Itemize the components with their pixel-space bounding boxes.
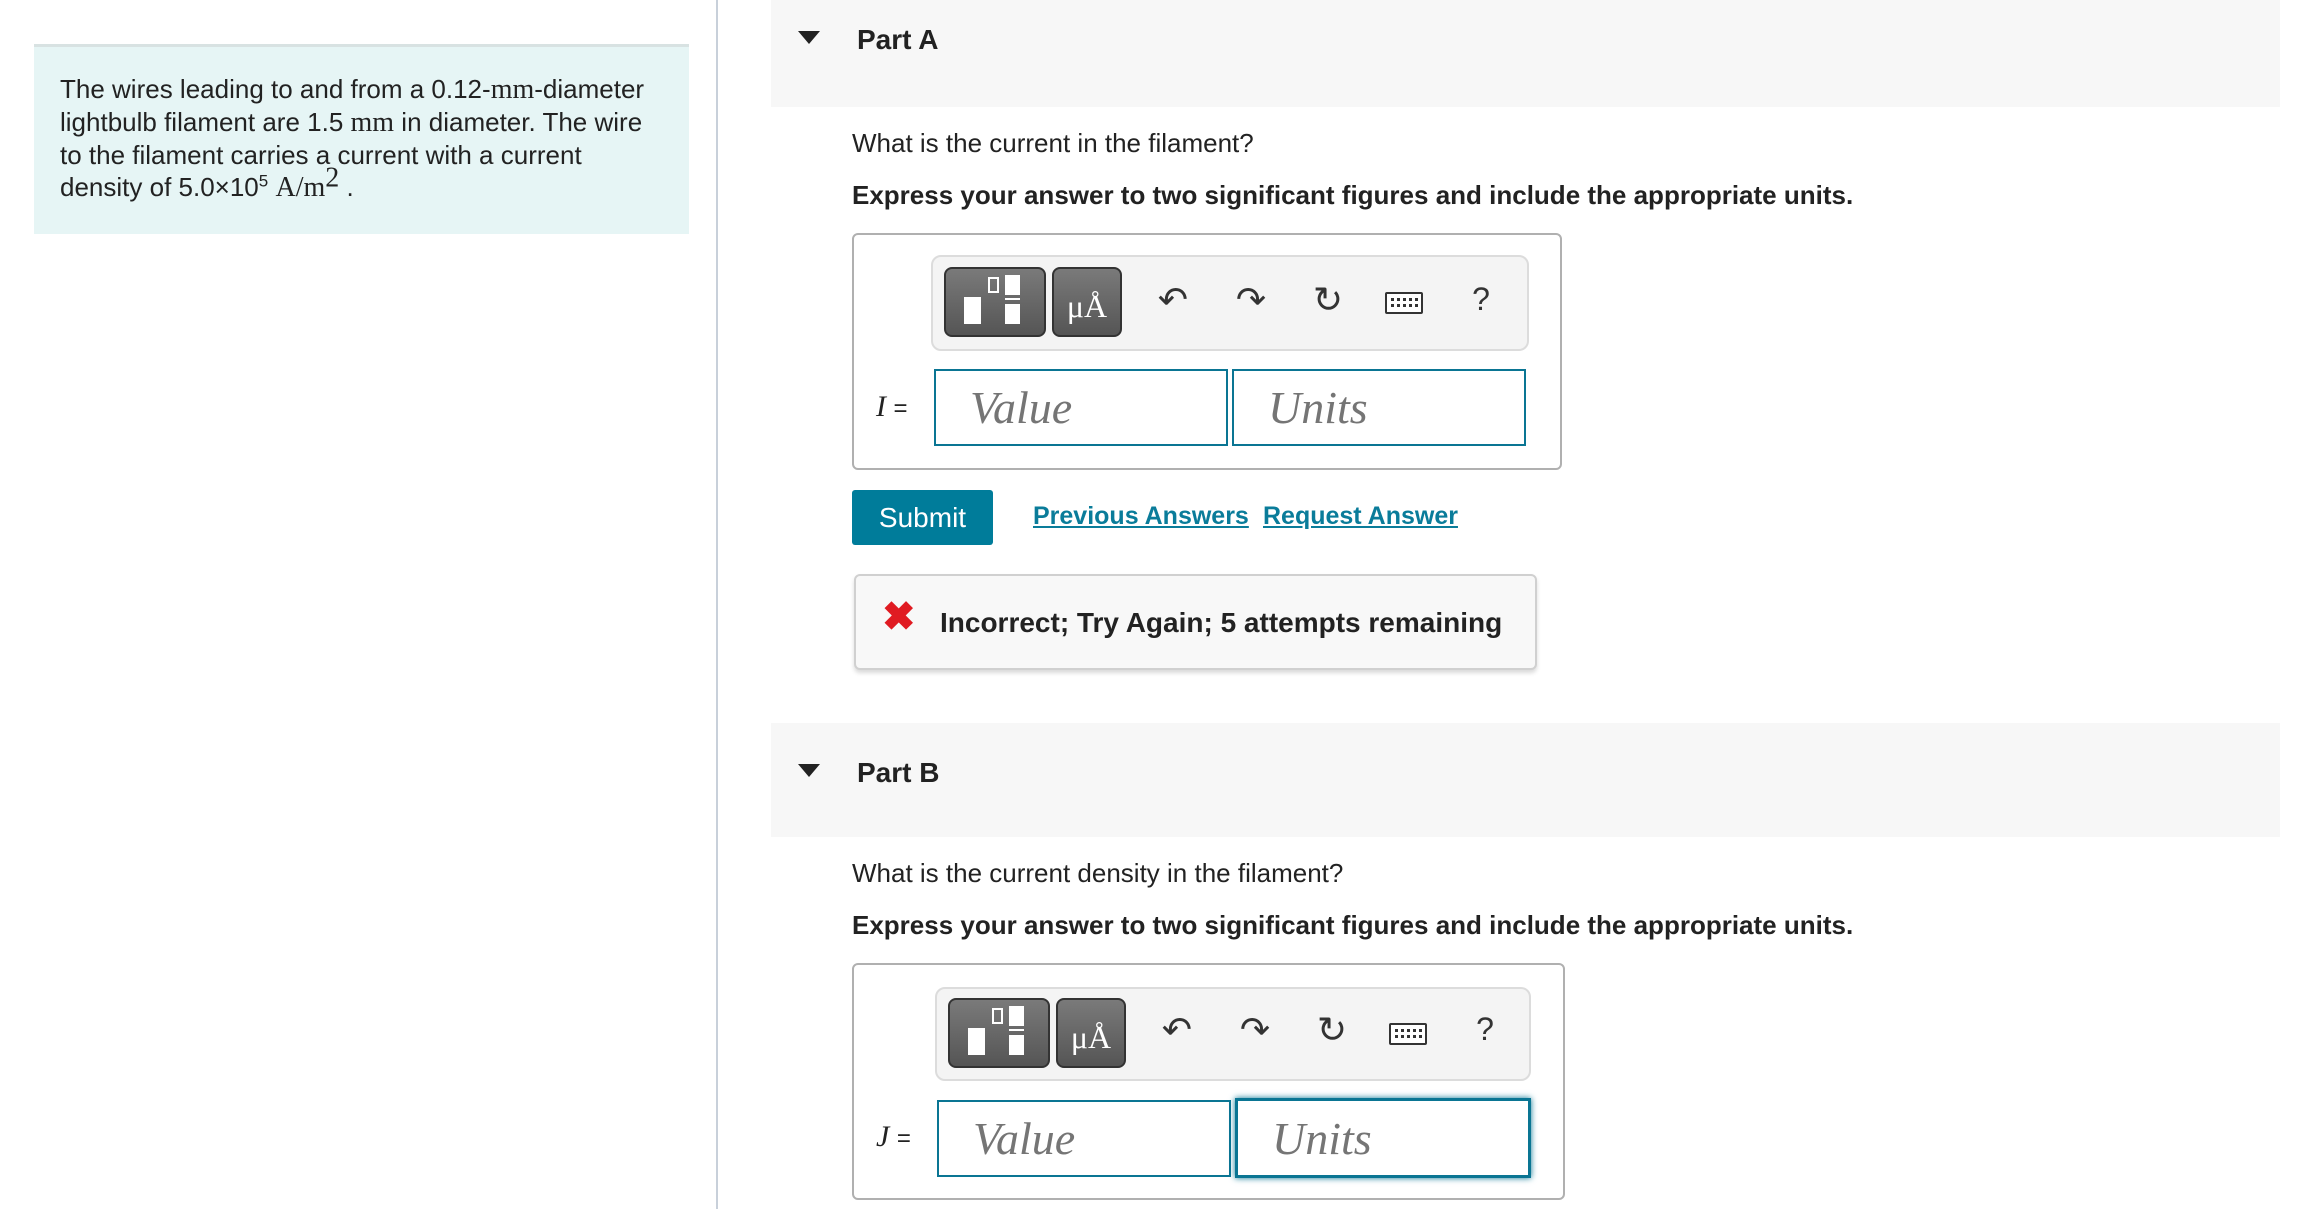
keyboard-icon[interactable]: [1389, 1023, 1427, 1045]
request-answer-link[interactable]: Request Answer: [1263, 502, 1458, 531]
unit: mm: [490, 74, 535, 105]
reset-icon[interactable]: ↻: [1303, 279, 1353, 321]
redo-icon[interactable]: ↷: [1226, 279, 1276, 321]
units-button[interactable]: μÅ: [1052, 267, 1122, 337]
collapse-triangle-icon[interactable]: [798, 31, 820, 44]
reset-icon[interactable]: ↻: [1307, 1009, 1357, 1051]
collapse-triangle-icon[interactable]: [798, 764, 820, 777]
help-button[interactable]: ?: [1456, 281, 1506, 318]
variable-label: I =: [876, 390, 908, 424]
text: density of 5.0×10: [60, 172, 259, 202]
template-icon-part: [1005, 304, 1020, 324]
exponent: 5: [258, 171, 269, 191]
equals: =: [893, 395, 908, 422]
template-icon-part: [1009, 1029, 1024, 1031]
equals: =: [896, 1125, 911, 1152]
text: -diameter: [534, 74, 645, 104]
text: lightbulb filament are 1.5: [60, 107, 351, 137]
previous-answers-link[interactable]: Previous Answers: [1033, 502, 1249, 531]
units-button[interactable]: μÅ: [1056, 998, 1126, 1068]
template-icon: [968, 1028, 985, 1055]
templates-button[interactable]: [944, 267, 1046, 337]
template-icon-part: [1005, 298, 1020, 300]
part-a-header[interactable]: Part A: [771, 0, 2280, 107]
template-icon-part: [992, 1008, 1003, 1024]
help-button[interactable]: ?: [1460, 1011, 1510, 1048]
variable-label: J =: [876, 1120, 911, 1154]
keyboard-icon[interactable]: [1385, 292, 1423, 314]
feedback-text: Incorrect; Try Again; 5 attempts remaini…: [940, 607, 1503, 638]
template-icon-part: [1005, 275, 1020, 295]
value-input[interactable]: [937, 1100, 1231, 1177]
redo-icon[interactable]: ↷: [1230, 1009, 1280, 1051]
divider: [716, 0, 718, 1209]
units-input[interactable]: [1235, 1098, 1531, 1178]
undo-icon[interactable]: ↶: [1148, 279, 1198, 321]
part-title: Part A: [857, 24, 939, 55]
text: The wires leading to and from a 0.12-: [60, 74, 491, 104]
math-toolbar: μÅ ↶ ↷ ↻ ?: [935, 987, 1531, 1081]
unit: mm: [350, 107, 395, 138]
text: in diameter. The wire: [394, 107, 643, 137]
template-icon-part: [988, 277, 999, 293]
text: to the filament carries a current with a…: [60, 140, 582, 170]
problem-statement: The wires leading to and from a 0.12-mm-…: [34, 44, 689, 234]
part-title: Part B: [857, 757, 940, 788]
question-text: What is the current in the filament?: [852, 128, 1254, 158]
part-b-header[interactable]: Part B: [771, 723, 2280, 837]
template-icon: [964, 297, 981, 324]
value-input[interactable]: [934, 369, 1228, 446]
unit: A/m: [275, 172, 326, 203]
answer-box: μÅ ↶ ↷ ↻ ? I =: [852, 233, 1562, 470]
template-icon-part: [1009, 1006, 1024, 1026]
instruction-text: Express your answer to two significant f…: [852, 180, 1854, 210]
variable: I: [876, 390, 886, 423]
units-input[interactable]: [1232, 369, 1526, 446]
templates-button[interactable]: [948, 998, 1050, 1068]
text: .: [339, 172, 354, 202]
answer-box: μÅ ↶ ↷ ↻ ? J =: [852, 963, 1565, 1200]
variable: J: [876, 1120, 890, 1153]
math-toolbar: μÅ ↶ ↷ ↻ ?: [931, 255, 1529, 351]
exponent: 2: [325, 162, 340, 194]
feedback-box: ✖ Incorrect; Try Again; 5 attempts remai…: [854, 574, 1537, 670]
template-icon-part: [1009, 1035, 1024, 1055]
question-text: What is the current density in the filam…: [852, 858, 1344, 888]
submit-button[interactable]: Submit: [852, 490, 993, 545]
instruction-text: Express your answer to two significant f…: [852, 910, 1854, 940]
incorrect-x-icon: ✖: [882, 595, 916, 639]
undo-icon[interactable]: ↶: [1152, 1009, 1202, 1051]
